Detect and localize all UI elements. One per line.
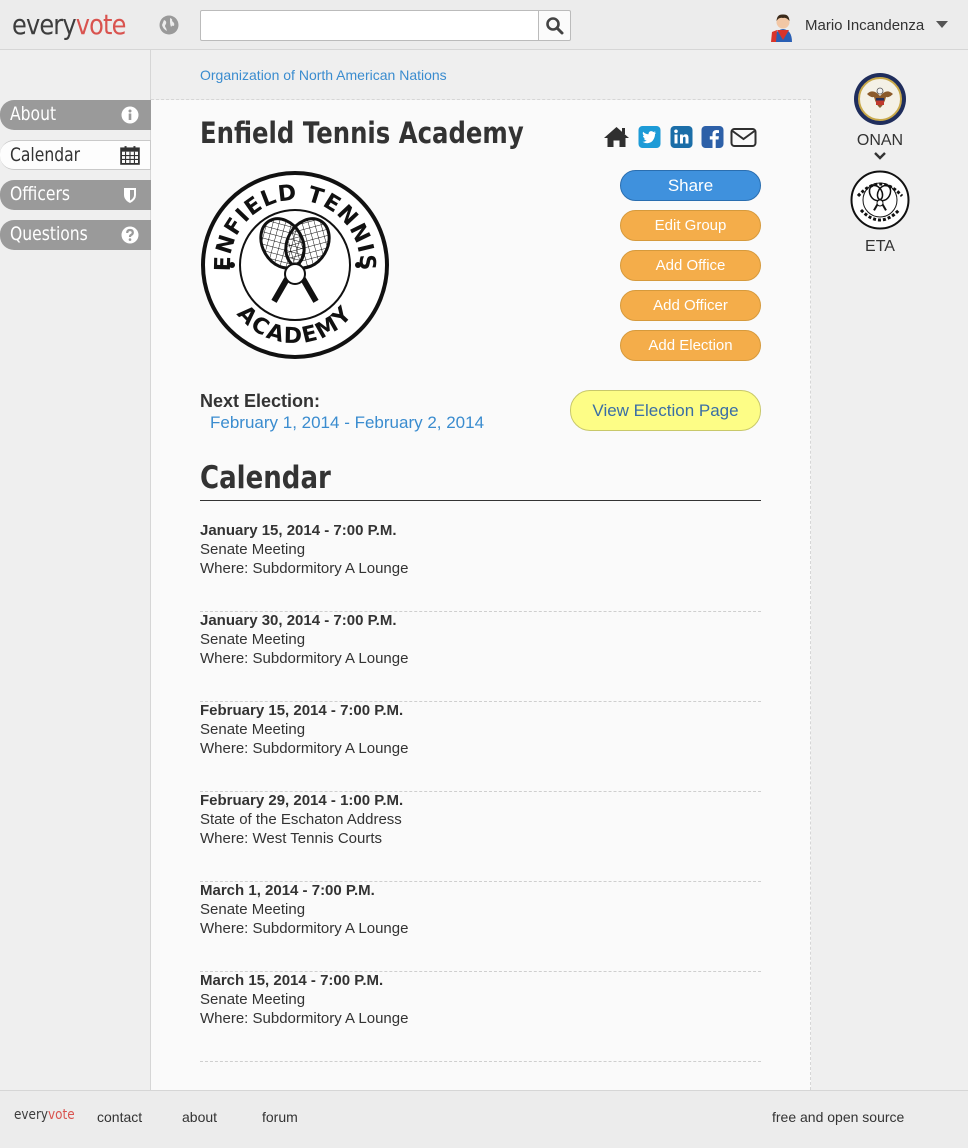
search-input[interactable]	[200, 10, 539, 41]
calendar-event: January 15, 2014 - 7:00 P.M. Senate Meet…	[200, 522, 761, 612]
user-name[interactable]: Mario Incandenza	[805, 17, 924, 34]
event-date: March 1, 2014 - 7:00 P.M.	[200, 882, 375, 899]
parent-org-abbr[interactable]: ONAN	[811, 132, 949, 150]
event-location: Where: Subdormitory A Lounge	[200, 920, 409, 937]
sidebar-item-calendar[interactable]: Calendar	[0, 140, 151, 170]
sidebar-item-label: Officers	[10, 183, 71, 205]
facebook-icon[interactable]	[699, 125, 726, 149]
logo-every: every	[14, 1107, 49, 1123]
event-date: January 30, 2014 - 7:00 P.M.	[200, 612, 397, 629]
sidebar-item-about[interactable]: About	[0, 100, 151, 130]
twitter-icon[interactable]	[636, 125, 663, 149]
sidebar-item-label: Questions	[10, 223, 88, 245]
next-election-label: Next Election:	[200, 391, 321, 411]
caret-down-icon[interactable]	[936, 21, 948, 28]
globe-icon[interactable]	[158, 14, 180, 36]
event-date: March 15, 2014 - 7:00 P.M.	[200, 972, 384, 989]
footer-logo[interactable]: everyvote	[14, 1107, 75, 1123]
shield-icon	[124, 188, 136, 203]
question-icon	[121, 226, 139, 244]
edit-group-button[interactable]: Edit Group	[620, 210, 761, 241]
event-location: Where: West Tennis Courts	[200, 830, 383, 847]
linkedin-icon[interactable]	[668, 125, 695, 149]
sidebar-item-officers[interactable]: Officers	[0, 180, 151, 210]
event-title: Senate Meeting	[200, 541, 306, 558]
next-election-dates-link[interactable]: February 1, 2014 - February 2, 2014	[210, 413, 484, 433]
search-icon	[546, 17, 564, 35]
calendar-event: January 30, 2014 - 7:00 P.M. Senate Meet…	[200, 612, 761, 702]
home-icon[interactable]	[603, 125, 630, 149]
right-sidebar: ONAN ETA	[811, 50, 968, 1090]
breadcrumb: Organization of North American Nations	[151, 50, 811, 100]
share-button[interactable]: Share	[620, 170, 761, 201]
group-logo: ENFIELD TENNIS ACADEMY	[201, 171, 389, 359]
calendar-heading: Calendar	[200, 460, 331, 496]
main-panel: Organization of North American Nations E…	[151, 50, 811, 1090]
calendar-event: February 29, 2014 - 1:00 P.M. State of t…	[200, 792, 761, 882]
sidebar-item-label: About	[10, 103, 57, 125]
footer-link-contact[interactable]: contact	[97, 1109, 142, 1125]
event-location: Where: Subdormitory A Lounge	[200, 740, 409, 757]
calendar-event: February 15, 2014 - 7:00 P.M. Senate Mee…	[200, 702, 761, 792]
group-abbr[interactable]: ETA	[811, 238, 949, 256]
event-location: Where: Subdormitory A Lounge	[200, 560, 409, 577]
footer: everyvote contact about forum free and o…	[0, 1090, 968, 1148]
eta-logo-icon[interactable]	[850, 170, 910, 230]
search-button[interactable]	[538, 10, 571, 41]
top-bar: everyvote Mario Incandenza	[0, 0, 968, 50]
onan-seal-icon[interactable]	[853, 72, 907, 126]
calendar-event: March 15, 2014 - 7:00 P.M. Senate Meetin…	[200, 972, 761, 1062]
info-icon	[121, 106, 139, 124]
footer-link-forum[interactable]: forum	[262, 1109, 298, 1125]
add-office-button[interactable]: Add Office	[620, 250, 761, 281]
view-election-page-button[interactable]: View Election Page	[570, 390, 761, 431]
event-title: State of the Eschaton Address	[200, 811, 402, 828]
envelope-icon[interactable]	[730, 125, 757, 149]
calendar-divider	[200, 500, 761, 501]
event-location: Where: Subdormitory A Lounge	[200, 1010, 409, 1027]
calendar-icon	[120, 146, 140, 165]
breadcrumb-parent-link[interactable]: Organization of North American Nations	[200, 67, 447, 83]
calendar-event: March 1, 2014 - 7:00 P.M. Senate Meeting…	[200, 882, 761, 972]
logo-every: every	[12, 8, 77, 41]
chevron-down-icon[interactable]	[873, 151, 887, 161]
footer-link-about[interactable]: about	[182, 1109, 217, 1125]
event-date: February 15, 2014 - 7:00 P.M.	[200, 702, 404, 719]
everyvote-logo[interactable]: everyvote	[12, 8, 126, 41]
event-title: Senate Meeting	[200, 631, 306, 648]
user-avatar[interactable]	[768, 10, 798, 42]
left-nav: About Calendar Officers Questions	[0, 50, 151, 1090]
event-title: Senate Meeting	[200, 721, 306, 738]
event-title: Senate Meeting	[200, 901, 306, 918]
page-title: Enfield Tennis Academy	[200, 116, 524, 150]
add-officer-button[interactable]: Add Officer	[620, 290, 761, 321]
add-election-button[interactable]: Add Election	[620, 330, 761, 361]
footer-link-open-source[interactable]: free and open source	[772, 1109, 904, 1125]
event-date: January 15, 2014 - 7:00 P.M.	[200, 522, 397, 539]
sidebar-item-label: Calendar	[10, 144, 81, 166]
logo-vote: vote	[75, 8, 127, 41]
event-title: Senate Meeting	[200, 991, 306, 1008]
event-location: Where: Subdormitory A Lounge	[200, 650, 409, 667]
sidebar-item-questions[interactable]: Questions	[0, 220, 151, 250]
event-date: February 29, 2014 - 1:00 P.M.	[200, 792, 404, 809]
page: everyvote Mario Incandenza About Calenda…	[0, 0, 968, 1148]
logo-vote: vote	[48, 1107, 75, 1123]
